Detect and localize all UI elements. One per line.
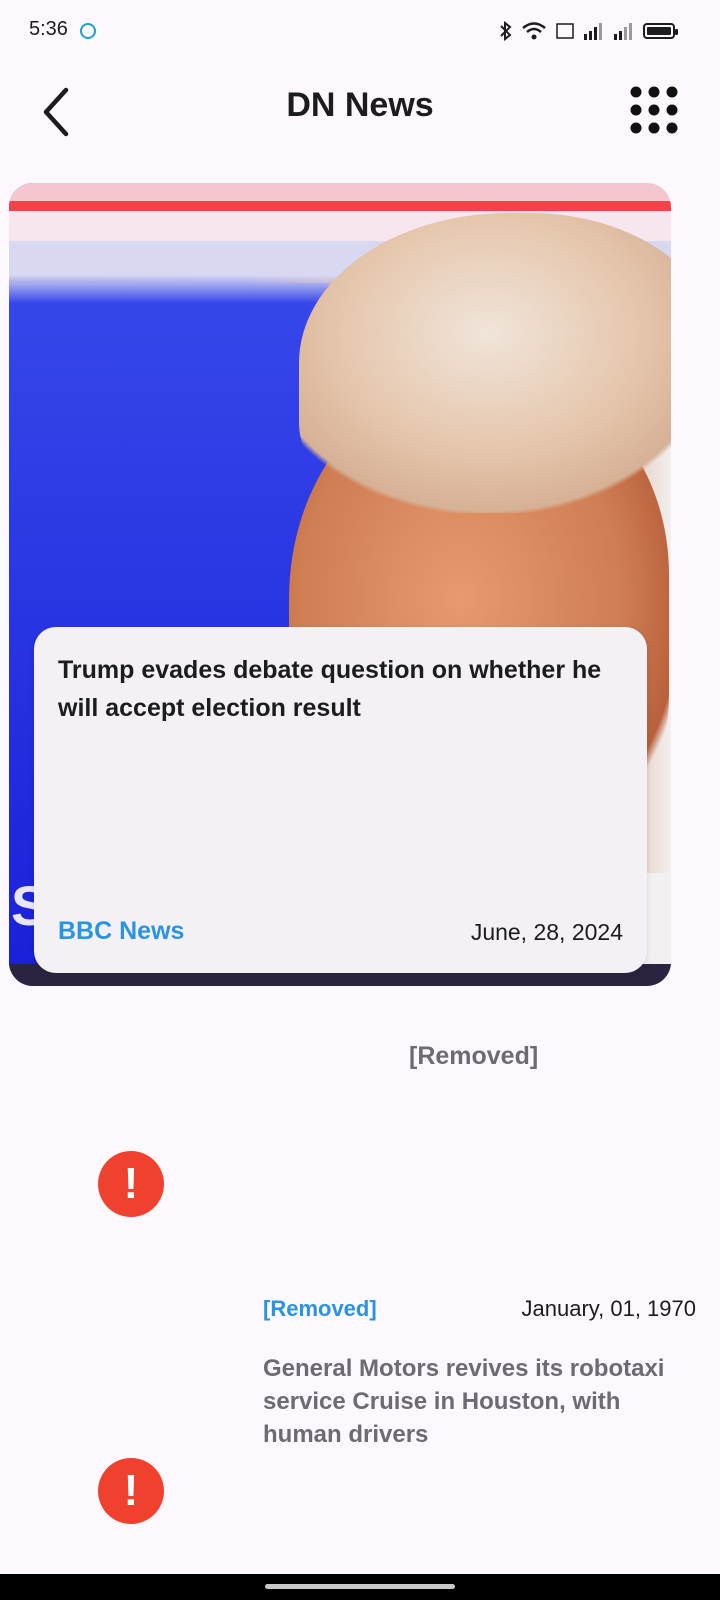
list-item-date: January, 01, 1970 (521, 1296, 697, 1321)
battery-icon (643, 23, 678, 39)
volte-icon (556, 23, 574, 39)
featured-headline: Trump evades debate question on whether … (58, 656, 602, 722)
error-icon: ! (98, 1458, 164, 1524)
status-time: 5:36 (29, 18, 68, 40)
wifi-icon (522, 22, 546, 40)
featured-date: June, 28, 2024 (470, 919, 623, 945)
battery-level (647, 27, 671, 35)
featured-headline-panel[interactable]: Trump evades debate question on whether … (34, 627, 647, 973)
app-notification-icon (80, 23, 96, 39)
status-bar: 5:36 (0, 0, 720, 64)
list-item-title: [Removed] (409, 1042, 539, 1070)
system-nav-bar (0, 1574, 720, 1600)
signal-icon (584, 23, 602, 40)
signal-icon (614, 23, 632, 40)
list-item-title: General Motors revives its robotaxi serv… (263, 1355, 665, 1448)
error-icon: ! (98, 1151, 164, 1217)
grid-dots-icon (630, 86, 678, 134)
status-icons (499, 20, 678, 42)
list-item-source[interactable]: [Removed] (263, 1296, 377, 1322)
bluetooth-icon (500, 21, 512, 41)
home-gesture-handle[interactable] (265, 1584, 455, 1589)
menu-button[interactable] (626, 82, 682, 138)
app-header: DN News (0, 70, 720, 150)
featured-source[interactable]: BBC News (58, 917, 184, 946)
app-title: DN News (286, 86, 434, 124)
